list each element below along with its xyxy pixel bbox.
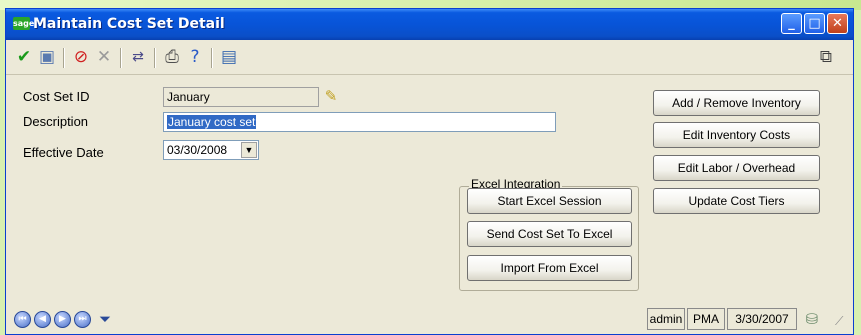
edit-labor-overhead-button[interactable]: Edit Labor / Overhead xyxy=(653,155,820,181)
edit-inventory-costs-button[interactable]: Edit Inventory Costs xyxy=(653,122,820,148)
effective-date-label: Effective Date xyxy=(23,145,104,160)
maintain-cost-set-window: sage Maintain Cost Set Detail _ □ ✕ ✔ ▣ … xyxy=(5,8,854,335)
help-icon[interactable]: ? xyxy=(184,47,206,67)
toolbar-separator xyxy=(154,48,156,68)
add-remove-inventory-button[interactable]: Add / Remove Inventory xyxy=(653,90,820,116)
cost-set-id-label: Cost Set ID xyxy=(23,89,90,104)
effective-date-picker[interactable]: 03/30/2008 ▼ xyxy=(163,140,259,160)
print-icon[interactable]: ⎙ xyxy=(161,47,183,67)
properties-icon[interactable]: ▤ xyxy=(218,47,240,67)
import-from-excel-button[interactable]: Import From Excel xyxy=(467,255,632,281)
title-bar[interactable]: sage Maintain Cost Set Detail _ □ ✕ xyxy=(6,9,853,40)
minimize-button[interactable]: _ xyxy=(781,13,802,34)
previous-record-icon[interactable]: ◀ xyxy=(34,311,51,328)
last-record-icon[interactable]: ⏭ xyxy=(74,311,91,328)
cost-set-id-field[interactable]: January xyxy=(163,87,319,107)
delete-x-icon[interactable]: ✕ xyxy=(93,47,115,67)
maximize-button[interactable]: □ xyxy=(804,13,825,34)
window-title: Maintain Cost Set Detail xyxy=(33,16,225,32)
update-cost-tiers-button[interactable]: Update Cost Tiers xyxy=(653,188,820,214)
find-replace-icon[interactable]: ⇄ xyxy=(127,47,149,67)
minimize-icon: _ xyxy=(788,16,795,31)
effective-date-value: 03/30/2008 xyxy=(167,143,228,157)
toolbar-separator xyxy=(63,48,65,68)
checkmark-icon[interactable]: ✔ xyxy=(13,47,35,67)
resize-grip-icon[interactable]: ⟋ xyxy=(835,314,849,328)
filter-icon[interactable]: ⏷ xyxy=(96,309,114,329)
start-excel-session-button[interactable]: Start Excel Session xyxy=(467,188,632,214)
stop-icon[interactable]: ⊘ xyxy=(70,47,92,67)
toolbar-separator xyxy=(211,48,213,68)
chevron-down-icon[interactable]: ▼ xyxy=(241,142,257,158)
toolbar-separator xyxy=(120,48,122,68)
first-record-icon[interactable]: ⏮ xyxy=(14,311,31,328)
description-value: January cost set xyxy=(167,115,257,129)
close-button[interactable]: ✕ xyxy=(827,13,848,34)
status-date: 3/30/2007 xyxy=(727,308,797,330)
close-icon: ✕ xyxy=(832,16,843,31)
sage-logo: sage xyxy=(13,17,35,30)
next-record-icon[interactable]: ▶ xyxy=(54,311,71,328)
description-label: Description xyxy=(23,114,89,129)
lookup-icon[interactable]: ✎ xyxy=(320,85,342,107)
database-icon[interactable]: ⛁ xyxy=(801,308,823,330)
status-company: PMA xyxy=(687,308,725,330)
screen-icon[interactable]: ⧉ xyxy=(815,47,837,67)
status-bar: ⏮ ◀ ▶ ⏭ ⏷ admin PMA 3/30/2007 ⛁ ⟋ xyxy=(6,298,853,334)
maximize-icon: □ xyxy=(808,16,821,31)
status-user: admin xyxy=(647,308,685,330)
save-icon[interactable]: ▣ xyxy=(36,47,58,67)
description-input[interactable]: January cost set xyxy=(163,112,556,132)
send-cost-set-to-excel-button[interactable]: Send Cost Set To Excel xyxy=(467,221,632,247)
toolbar: ✔ ▣ ⊘ ✕ ⇄ ⎙ ? ▤ ⧉ xyxy=(6,40,853,75)
